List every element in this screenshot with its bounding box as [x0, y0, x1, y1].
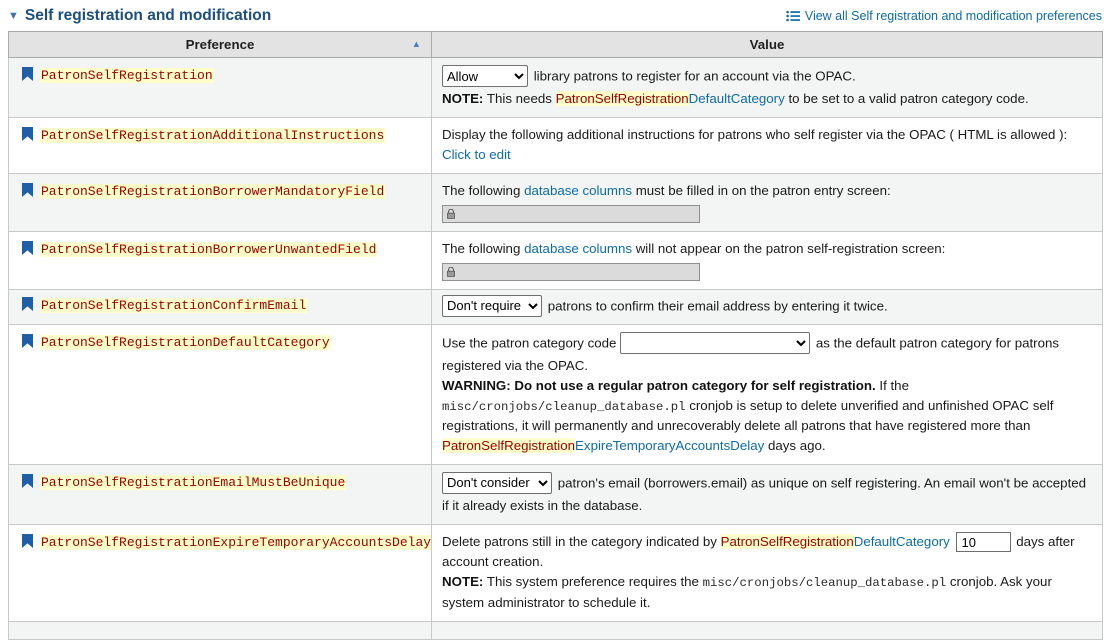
row-borrower-unwanted-field: PatronSelfRegistrationBorrowerUnwantedFi…: [8, 230, 1103, 290]
section-title[interactable]: ▼ Self registration and modification: [8, 7, 271, 25]
unwanted-field-locked-input[interactable]: [442, 262, 700, 281]
collapse-arrow-icon[interactable]: ▼: [8, 10, 19, 22]
row-patron-self-registration: PatronSelfRegistration Allow library pat…: [8, 57, 1103, 118]
value-text: Use the patron category code: [442, 335, 617, 351]
default-category-pref-link[interactable]: PatronSelfRegistrationDefaultCategory: [555, 91, 785, 106]
value-header-label: Value: [749, 37, 785, 52]
preference-name: PatronSelfRegistrationEmailMustBeUnique: [40, 474, 347, 490]
preference-header-label: Preference: [185, 37, 255, 52]
section-header: ▼ Self registration and modification Vie…: [0, 0, 1110, 31]
lock-icon: [447, 208, 455, 219]
preference-name: PatronSelfRegistrationExpireTemporaryAcc…: [40, 534, 432, 550]
preference-name: PatronSelfRegistrationBorrowerUnwantedFi…: [40, 241, 378, 257]
preference-name: PatronSelfRegistration: [40, 68, 214, 83]
value-text-tail: must be filled in on the patron entry sc…: [635, 182, 891, 198]
preference-name: PatronSelfRegistrationDefaultCategory: [40, 334, 331, 350]
value-text: Display the following additional instruc…: [442, 126, 1068, 142]
database-columns-link[interactable]: database columns: [524, 183, 632, 198]
note-label: NOTE:: [442, 574, 484, 590]
default-category-pref-link[interactable]: PatronSelfRegistrationDefaultCategory: [720, 533, 950, 549]
note-label: NOTE:: [442, 91, 484, 106]
view-all-label: View all Self registration and modificat…: [804, 9, 1102, 23]
email-unique-select[interactable]: Don't consider: [442, 471, 552, 494]
bookmark-icon[interactable]: [22, 182, 33, 200]
partial-row: [8, 620, 1103, 640]
value-text-tail: will not appear on the patron self-regis…: [635, 240, 946, 256]
list-icon: [786, 10, 800, 22]
cronjob-path: misc/cronjobs/cleanup_database.pl: [702, 576, 947, 591]
expire-delay-pref-link[interactable]: PatronSelfRegistrationExpireTemporaryAcc…: [442, 437, 764, 453]
mandatory-field-locked-input[interactable]: [442, 204, 700, 223]
section-title-label: Self registration and modification: [24, 7, 272, 24]
preferences-table: Preference ▲ Value PatronSelfRegistratio…: [8, 31, 1103, 640]
warning-label: WARNING: Do not use a regular patron cat…: [442, 377, 876, 393]
view-all-link[interactable]: View all Self registration and modificat…: [786, 9, 1102, 23]
row-email-must-be-unique: PatronSelfRegistrationEmailMustBeUnique …: [8, 463, 1103, 525]
preference-name: PatronSelfRegistrationConfirmEmail: [40, 297, 308, 313]
bookmark-icon[interactable]: [22, 533, 33, 551]
cronjob-path: misc/cronjobs/cleanup_database.pl: [442, 399, 686, 414]
database-columns-link[interactable]: database columns: [524, 241, 632, 256]
note-text-tail: to be set to a valid patron category cod…: [788, 91, 1029, 106]
value-text: The following: [442, 182, 521, 198]
lock-icon: [447, 266, 455, 277]
preference-name: PatronSelfRegistrationAdditionalInstruct…: [40, 127, 386, 143]
row-additional-instructions: PatronSelfRegistrationAdditionalInstruct…: [8, 116, 1103, 174]
bookmark-icon[interactable]: [22, 473, 33, 491]
sort-ascending-icon: ▲: [411, 39, 421, 50]
value-text: patrons to confirm their email address b…: [547, 298, 888, 314]
value-text: The following: [442, 240, 521, 256]
bookmark-icon[interactable]: [22, 333, 33, 351]
note-text: This needs: [486, 91, 552, 106]
bookmark-icon[interactable]: [22, 296, 33, 314]
bookmark-icon[interactable]: [22, 67, 33, 84]
click-to-edit-link[interactable]: Click to edit: [442, 147, 511, 162]
value-text: Delete patrons still in the category ind…: [442, 533, 717, 549]
warning-text: If the: [879, 377, 909, 393]
expire-delay-input[interactable]: [955, 532, 1011, 553]
preference-column-header[interactable]: Preference ▲: [8, 31, 432, 58]
preference-name: PatronSelfRegistrationBorrowerMandatoryF…: [40, 183, 386, 199]
row-borrower-mandatory-field: PatronSelfRegistrationBorrowerMandatoryF…: [8, 172, 1103, 232]
patron-self-registration-select[interactable]: Allow: [442, 65, 528, 87]
default-category-select[interactable]: [620, 331, 811, 354]
warning-text-tail: days ago.: [767, 437, 826, 453]
row-default-category: PatronSelfRegistrationDefaultCategory Us…: [8, 323, 1103, 465]
bookmark-icon[interactable]: [22, 240, 33, 258]
note-text: This system preference requires the: [486, 574, 699, 590]
confirm-email-select[interactable]: Don't require: [442, 294, 542, 317]
value-text: library patrons to register for an accou…: [533, 68, 856, 84]
bookmark-icon[interactable]: [22, 126, 33, 144]
row-confirm-email: PatronSelfRegistrationConfirmEmail Don't…: [8, 288, 1103, 325]
value-column-header[interactable]: Value: [431, 31, 1103, 58]
